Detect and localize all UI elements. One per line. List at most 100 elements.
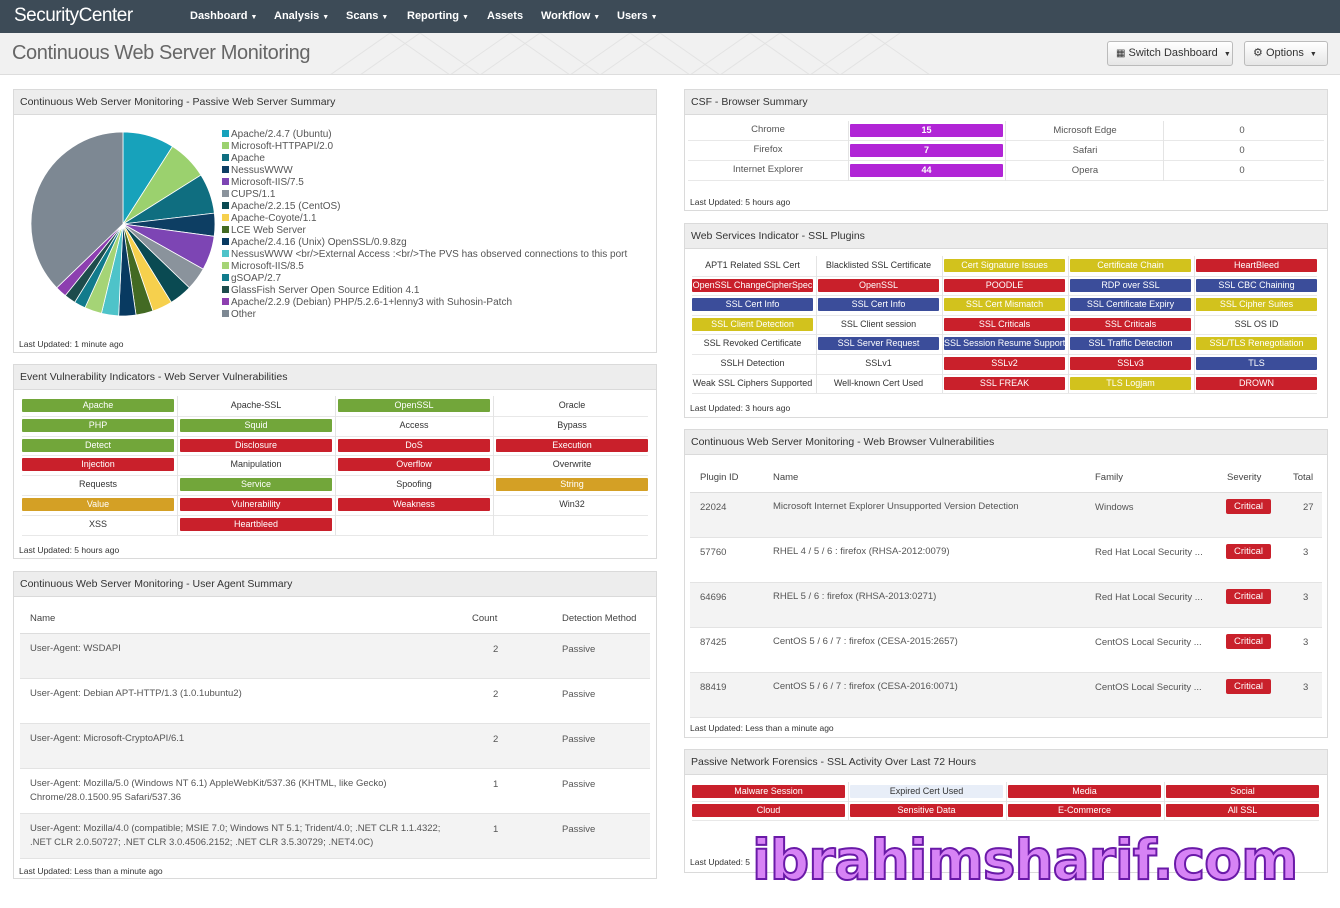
event-vuln-indicator[interactable]: Overflow	[338, 458, 490, 472]
ssl-plugin-indicator[interactable]: SSL Client session	[818, 318, 939, 331]
event-vuln-indicator[interactable]: Service	[180, 478, 332, 492]
event-vuln-indicator[interactable]: Injection	[22, 458, 174, 472]
browser-count-bar[interactable]: 15	[850, 124, 1003, 137]
ssl-plugin-indicator[interactable]: SSL Cert Info	[818, 298, 939, 312]
event-vuln-indicator[interactable]: String	[496, 478, 648, 492]
ssl-activity-indicator[interactable]: Expired Cert Used	[850, 785, 1003, 798]
ssl-plugin-indicator[interactable]: Cert Signature Issues	[944, 259, 1065, 272]
column-header-name[interactable]: Name	[773, 472, 798, 483]
ssl-plugin-indicator[interactable]: SSL Traffic Detection	[1070, 337, 1191, 351]
app-logo[interactable]: SecurityCenter	[14, 5, 133, 27]
legend-item[interactable]: Apache/2.4.16 (Unix) OpenSSL/0.9.8zg	[222, 237, 627, 249]
ssl-plugin-indicator[interactable]: SSLv3	[1070, 357, 1191, 370]
event-vuln-indicator[interactable]: Win32	[496, 498, 648, 511]
legend-item[interactable]: Microsoft-HTTPAPI/2.0	[222, 141, 627, 153]
event-vuln-indicator[interactable]: Squid	[180, 418, 332, 432]
ssl-plugin-indicator[interactable]: Blacklisted SSL Certificate	[818, 259, 939, 272]
ssl-activity-indicator[interactable]: All SSL	[1166, 804, 1319, 817]
event-vuln-indicator[interactable]: OpenSSL	[338, 399, 490, 412]
event-vuln-indicator[interactable]: Requests	[22, 478, 174, 491]
legend-item[interactable]: Microsoft-IIS/7.5	[222, 177, 627, 189]
ssl-plugin-indicator[interactable]: SSL Cert Mismatch	[944, 298, 1065, 312]
ssl-plugin-indicator[interactable]: SSL Session Resume Support	[944, 337, 1065, 351]
ssl-plugin-indicator[interactable]: SSL Revoked Certificate	[692, 337, 813, 350]
event-vuln-indicator[interactable]: Apache	[22, 399, 174, 412]
table-row[interactable]: User-Agent: Mozilla/4.0 (compatible; MSI…	[20, 814, 650, 859]
nav-analysis[interactable]: Analysis ▼	[274, 10, 329, 22]
nav-reporting[interactable]: Reporting ▼	[407, 10, 469, 22]
column-header-total[interactable]: Total	[1293, 472, 1313, 483]
nav-users[interactable]: Users ▼	[617, 10, 658, 22]
legend-item[interactable]: NessusWWW	[222, 165, 627, 177]
nav-workflow[interactable]: Workflow ▼	[541, 10, 600, 22]
ssl-plugin-indicator[interactable]: APT1 Related SSL Cert	[692, 259, 813, 272]
table-row[interactable]: 64696 RHEL 5 / 6 : firefox (RHSA-2013:027…	[690, 583, 1322, 628]
event-vuln-indicator[interactable]: Value	[22, 498, 174, 511]
event-vuln-indicator[interactable]: Execution	[496, 438, 648, 452]
legend-item[interactable]: gSOAP/2.7	[222, 273, 627, 285]
switch-dashboard-button[interactable]: ▦ Switch Dashboard ▼	[1107, 41, 1233, 66]
event-vuln-indicator[interactable]: Access	[338, 419, 490, 432]
ssl-plugin-indicator[interactable]: SSL Client Detection	[692, 317, 813, 331]
ssl-activity-indicator[interactable]: Sensitive Data	[850, 804, 1003, 817]
table-row[interactable]: 57760 RHEL 4 / 5 / 6 : firefox (RHSA-2012…	[690, 538, 1322, 583]
legend-item[interactable]: Apache/2.4.7 (Ubuntu)	[222, 129, 627, 141]
legend-item[interactable]: Apache	[222, 153, 627, 165]
ssl-plugin-indicator[interactable]: OpenSSL ChangeCipherSpec	[692, 278, 813, 292]
table-row[interactable]: User-Agent: Microsoft-CryptoAPI/6.1 2 Pass…	[20, 724, 650, 769]
nav-dashboard[interactable]: Dashboard ▼	[190, 10, 257, 22]
event-vuln-indicator[interactable]: Manipulation	[180, 458, 332, 471]
nav-scans[interactable]: Scans ▼	[346, 10, 388, 22]
event-vuln-indicator[interactable]: Bypass	[496, 419, 648, 432]
ssl-activity-indicator[interactable]: Social	[1166, 785, 1319, 798]
legend-item[interactable]: CUPS/1.1	[222, 189, 627, 201]
ssl-plugin-indicator[interactable]: TLS Logjam	[1070, 376, 1191, 390]
legend-item[interactable]: Apache/2.2.9 (Debian) PHP/5.2.6-1+lenny3…	[222, 297, 627, 309]
ssl-plugin-indicator[interactable]: SSL CBC Chaining	[1196, 278, 1317, 292]
ssl-plugin-indicator[interactable]: OpenSSL	[818, 278, 939, 292]
legend-item[interactable]: Other	[222, 309, 627, 321]
ssl-plugin-indicator[interactable]: SSLv2	[944, 357, 1065, 370]
plugin-name[interactable]: CentOS 5 / 6 / 7 : firefox (CESA-2016:00…	[773, 681, 958, 692]
table-row[interactable]: 22024 Microsoft Internet Explorer Unsuppo…	[690, 493, 1322, 538]
plugin-name[interactable]: RHEL 5 / 6 : firefox (RHSA-2013:0271)	[773, 591, 936, 602]
legend-item[interactable]: NessusWWW <br/>External Access :<br/>The…	[222, 249, 627, 261]
ssl-plugin-indicator[interactable]: SSL Certificate Expiry	[1070, 298, 1191, 312]
legend-item[interactable]: LCE Web Server	[222, 225, 627, 237]
ssl-plugin-indicator[interactable]: SSL Server Request	[818, 337, 939, 351]
ssl-plugin-indicator[interactable]: SSL Criticals	[944, 317, 1065, 331]
options-button[interactable]: ⚙ Options ▼	[1244, 41, 1328, 66]
ssl-plugin-indicator[interactable]: SSL Cert Info	[692, 298, 813, 312]
ssl-plugin-indicator[interactable]: Well-known Cert Used	[818, 377, 939, 390]
column-header-family[interactable]: Family	[1095, 472, 1123, 483]
table-row[interactable]: 87425 CentOS 5 / 6 / 7 : firefox (CESA-20…	[690, 628, 1322, 673]
ssl-plugin-indicator[interactable]: HeartBleed	[1196, 259, 1317, 272]
browser-count-bar[interactable]: 7	[850, 144, 1003, 157]
column-header-severity[interactable]: Severity	[1227, 472, 1261, 483]
event-vuln-indicator[interactable]: Detect	[22, 438, 174, 452]
table-row[interactable]: User-Agent: WSDAPI 2 Passive	[20, 634, 650, 679]
legend-item[interactable]: Microsoft-IIS/8.5	[222, 261, 627, 273]
legend-item[interactable]: Apache-Coyote/1.1	[222, 213, 627, 225]
ssl-plugin-indicator[interactable]: SSL FREAK	[944, 376, 1065, 390]
ssl-plugin-indicator[interactable]: Certificate Chain	[1070, 259, 1191, 272]
ssl-plugin-indicator[interactable]: SSL/TLS Renegotiation	[1196, 337, 1317, 351]
ssl-activity-indicator[interactable]: E-Commerce	[1008, 804, 1161, 817]
event-vuln-indicator[interactable]: XSS	[22, 518, 174, 531]
ssl-activity-indicator[interactable]: Media	[1008, 785, 1161, 798]
event-vuln-indicator[interactable]: Spoofing	[338, 478, 490, 491]
event-vuln-indicator[interactable]: DoS	[338, 438, 490, 452]
plugin-name[interactable]: Microsoft Internet Explorer Unsupported …	[773, 501, 1019, 512]
ssl-activity-indicator[interactable]: Cloud	[692, 804, 845, 817]
event-vuln-indicator[interactable]: Oracle	[496, 399, 648, 412]
event-vuln-indicator[interactable]: Weakness	[338, 498, 490, 511]
ssl-plugin-indicator[interactable]: Weak SSL Ciphers Supported	[692, 377, 813, 390]
table-row[interactable]: User-Agent: Mozilla/5.0 (Windows NT 6.1)…	[20, 769, 650, 814]
event-vuln-indicator[interactable]: Apache-SSL	[180, 399, 332, 412]
browser-count-bar[interactable]: 44	[850, 164, 1003, 177]
ssl-plugin-indicator[interactable]: SSL Cipher Suites	[1196, 298, 1317, 312]
ssl-plugin-indicator[interactable]: SSLH Detection	[692, 357, 813, 370]
plugin-name[interactable]: RHEL 4 / 5 / 6 : firefox (RHSA-2012:0079…	[773, 546, 950, 557]
column-header-count[interactable]: Count	[472, 613, 497, 624]
ssl-plugin-indicator[interactable]: RDP over SSL	[1070, 278, 1191, 292]
